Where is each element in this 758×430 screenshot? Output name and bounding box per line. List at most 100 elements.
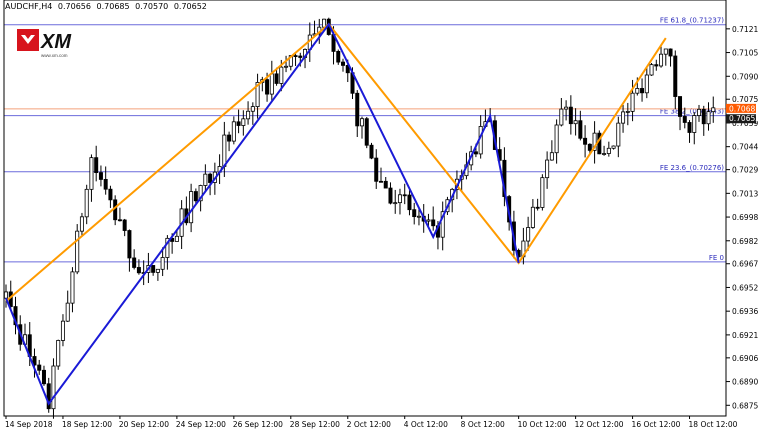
bull-candle — [697, 108, 702, 116]
bear-candle — [374, 157, 379, 182]
bull-candle — [51, 365, 56, 410]
bull-candle — [284, 65, 289, 68]
bull-candle — [635, 88, 640, 94]
bear-candle — [473, 151, 478, 155]
open-value: 0.70656 — [57, 2, 91, 11]
plot-frame — [3, 0, 727, 417]
y-axis-tick-label: 0.69980 — [732, 213, 758, 222]
trading-chart-window: FE 61.8_(0.71237) FE 38.2_(0.70643) FE 23.… — [0, 0, 758, 430]
bear-candle — [94, 157, 99, 174]
bear-candle — [364, 118, 369, 146]
bear-candle — [640, 88, 645, 94]
bull-candle — [241, 118, 246, 126]
bull-candle — [70, 271, 75, 304]
bear-candle — [654, 64, 659, 67]
bull-candle — [279, 66, 284, 84]
bid-price-tag-label: 0.70652 — [729, 114, 758, 123]
bull-candle — [393, 202, 398, 205]
bull-candle — [269, 73, 274, 95]
bear-candle — [407, 194, 412, 211]
x-axis-tick-label: 18 Oct 12:00 — [689, 420, 738, 429]
bull-candle — [630, 92, 635, 112]
bear-candle — [687, 122, 692, 133]
y-axis-tick-label: 0.70290 — [732, 166, 758, 175]
xm-logo-tagline: www.xm.com — [41, 53, 68, 58]
high-value: 0.70685 — [96, 2, 130, 11]
bull-candle — [706, 111, 711, 125]
price-chart[interactable]: FE 61.8_(0.71237)FE 38.2_(0.70643)FE 23.… — [0, 0, 758, 430]
bull-candle — [75, 230, 80, 273]
bear-candle — [151, 265, 156, 273]
y-axis-tick-label: 0.71210 — [732, 25, 758, 34]
bear-candle — [701, 108, 706, 125]
y-axis-tick-label: 0.68905 — [732, 378, 758, 387]
bull-candle — [79, 216, 84, 232]
bull-candle — [84, 188, 89, 218]
x-axis-tick-label: 2 Oct 12:00 — [347, 420, 391, 429]
bear-candle — [132, 257, 137, 268]
bear-candle — [208, 173, 213, 183]
bear-candle — [682, 116, 687, 123]
bull-candle — [549, 152, 554, 161]
bear-candle — [293, 55, 298, 57]
bear-candle — [265, 79, 270, 95]
bull-candle — [606, 147, 611, 154]
symbol-ohlc-header: AUDCHF,H4 0.70656 0.70685 0.70570 0.7065… — [5, 2, 210, 11]
bear-candle — [568, 106, 573, 125]
bull-candle — [231, 121, 236, 142]
y-axis-tick-label: 0.69060 — [732, 354, 758, 363]
bear-candle — [678, 96, 683, 117]
y-axis-tick-label: 0.70440 — [732, 143, 758, 152]
fib-level-label: FE 0 — [709, 254, 724, 262]
bull-candle — [545, 159, 550, 179]
bull-candle — [559, 108, 564, 126]
bear-candle — [383, 180, 388, 189]
bear-candle — [431, 219, 436, 227]
bull-candle — [203, 173, 208, 186]
bull-candle — [60, 320, 65, 341]
y-axis-tick-label: 0.69675 — [732, 260, 758, 269]
y-axis-tick-label: 0.70900 — [732, 72, 758, 81]
bull-candle — [222, 134, 227, 167]
orange-zigzag-line — [5, 22, 667, 302]
x-axis-tick-label: 16 Oct 12:00 — [632, 420, 681, 429]
bear-candle — [122, 219, 127, 231]
bull-candle — [573, 120, 578, 125]
bull-candle — [189, 191, 194, 224]
bull-candle — [416, 215, 421, 218]
bear-candle — [136, 267, 141, 274]
x-axis-tick-label: 28 Sep 12:00 — [290, 420, 340, 429]
bull-candle — [621, 111, 626, 124]
current-price-tag-label: 0.70687 — [729, 104, 758, 113]
bull-candle — [526, 227, 531, 242]
y-axis-tick-label: 0.69210 — [732, 331, 758, 340]
bull-candle — [322, 18, 327, 28]
bull-candle — [554, 124, 559, 154]
bull-candle — [663, 48, 668, 55]
y-axis-tick-label: 0.68750 — [732, 401, 758, 410]
close-value: 0.70652 — [173, 2, 207, 11]
bear-candle — [336, 51, 341, 63]
fib-level-label: FE 61.8_(0.71237) — [660, 17, 724, 25]
x-axis-tick-label: 12 Oct 12:00 — [575, 420, 624, 429]
x-axis-tick-label: 20 Sep 12:00 — [119, 420, 169, 429]
y-axis-tick-label: 0.69365 — [732, 307, 758, 316]
bear-candle — [378, 180, 383, 183]
bear-candle — [355, 92, 360, 127]
bear-candle — [274, 73, 279, 84]
bull-candle — [4, 291, 9, 299]
bull-candle — [174, 235, 179, 242]
xm-logo-text: XM — [40, 31, 72, 53]
bear-candle — [227, 134, 232, 142]
xm-logo: XM www.xm.com — [17, 29, 72, 58]
bear-candle — [587, 143, 592, 151]
bull-candle — [56, 340, 61, 367]
bull-candle — [649, 64, 654, 76]
x-axis-tick-label: 26 Sep 12:00 — [233, 420, 283, 429]
bull-candle — [65, 302, 70, 322]
symbol-label: AUDCHF,H4 — [5, 2, 53, 11]
bear-candle — [117, 219, 122, 222]
bear-candle — [673, 55, 678, 97]
x-axis-tick-label: 10 Oct 12:00 — [518, 420, 567, 429]
bear-candle — [236, 121, 241, 126]
